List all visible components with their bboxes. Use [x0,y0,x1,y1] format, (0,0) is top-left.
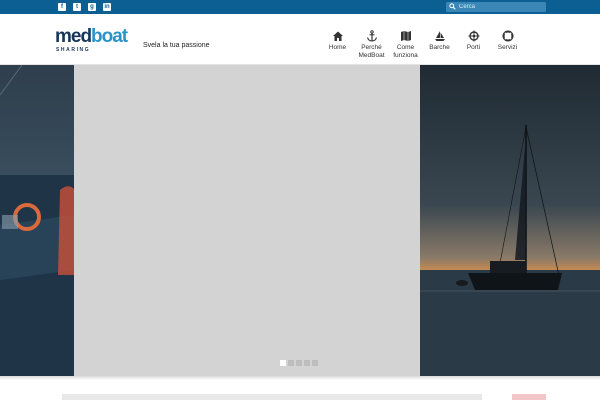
anchor-icon [366,30,377,42]
slider-dot[interactable] [312,360,318,366]
slider-pagination [280,360,318,366]
teaser-button-cut-off[interactable] [512,394,546,400]
sailboat-icon [434,31,445,41]
slider-dot[interactable] [280,360,286,366]
nav-label: Perché MedBoat [358,44,385,59]
facebook-icon[interactable]: f [58,3,66,11]
medboat-logo[interactable]: med boat SHARING [55,26,145,54]
social-links: f t g in [58,3,111,11]
slider-dot[interactable] [296,360,302,366]
logo-med: med [55,26,92,47]
linkedin-icon[interactable]: in [103,3,111,11]
search-box [446,2,546,12]
previous-slide-image[interactable] [0,65,74,376]
twitter-icon[interactable]: t [73,3,81,11]
site-tagline: Svela la tua passione [143,42,210,49]
next-slide-image[interactable] [420,65,600,376]
nav-label: Come funziona [393,44,418,59]
map-icon [400,31,411,41]
hero-slider[interactable] [0,65,600,376]
nav-item-barche[interactable]: Barche [424,30,455,60]
helm-icon [468,30,479,42]
home-icon [332,31,343,41]
slider-dot[interactable] [288,360,294,366]
top-bar: f t g in [0,0,600,14]
logo-sharing: SHARING [56,47,91,53]
site-header: med boat SHARING Svela la tua passione H… [0,14,600,65]
slider-shadow [0,376,600,380]
search-icon[interactable] [449,3,456,10]
logo-boat: boat [91,26,128,47]
content-strip [0,376,600,400]
nav-label: Barche [429,44,450,51]
search-input[interactable] [459,2,543,12]
nav-item-perche[interactable]: Perché MedBoat [356,30,387,60]
current-slide[interactable] [74,65,420,376]
teaser-text-cut-off [62,394,482,400]
google-plus-icon[interactable]: g [88,3,96,11]
main-nav: Home Perché MedBoat Come funziona Barche… [322,30,526,60]
nav-label: Porti [466,44,481,51]
nav-label: Home [328,44,347,51]
lifebuoy-icon [502,30,513,42]
nav-label: Servizi [497,44,518,51]
nav-item-home[interactable]: Home [322,30,353,60]
nav-item-servizi[interactable]: Servizi [492,30,523,60]
nav-item-come-funziona[interactable]: Come funziona [390,30,421,60]
nav-item-porti[interactable]: Porti [458,30,489,60]
slider-dot[interactable] [304,360,310,366]
